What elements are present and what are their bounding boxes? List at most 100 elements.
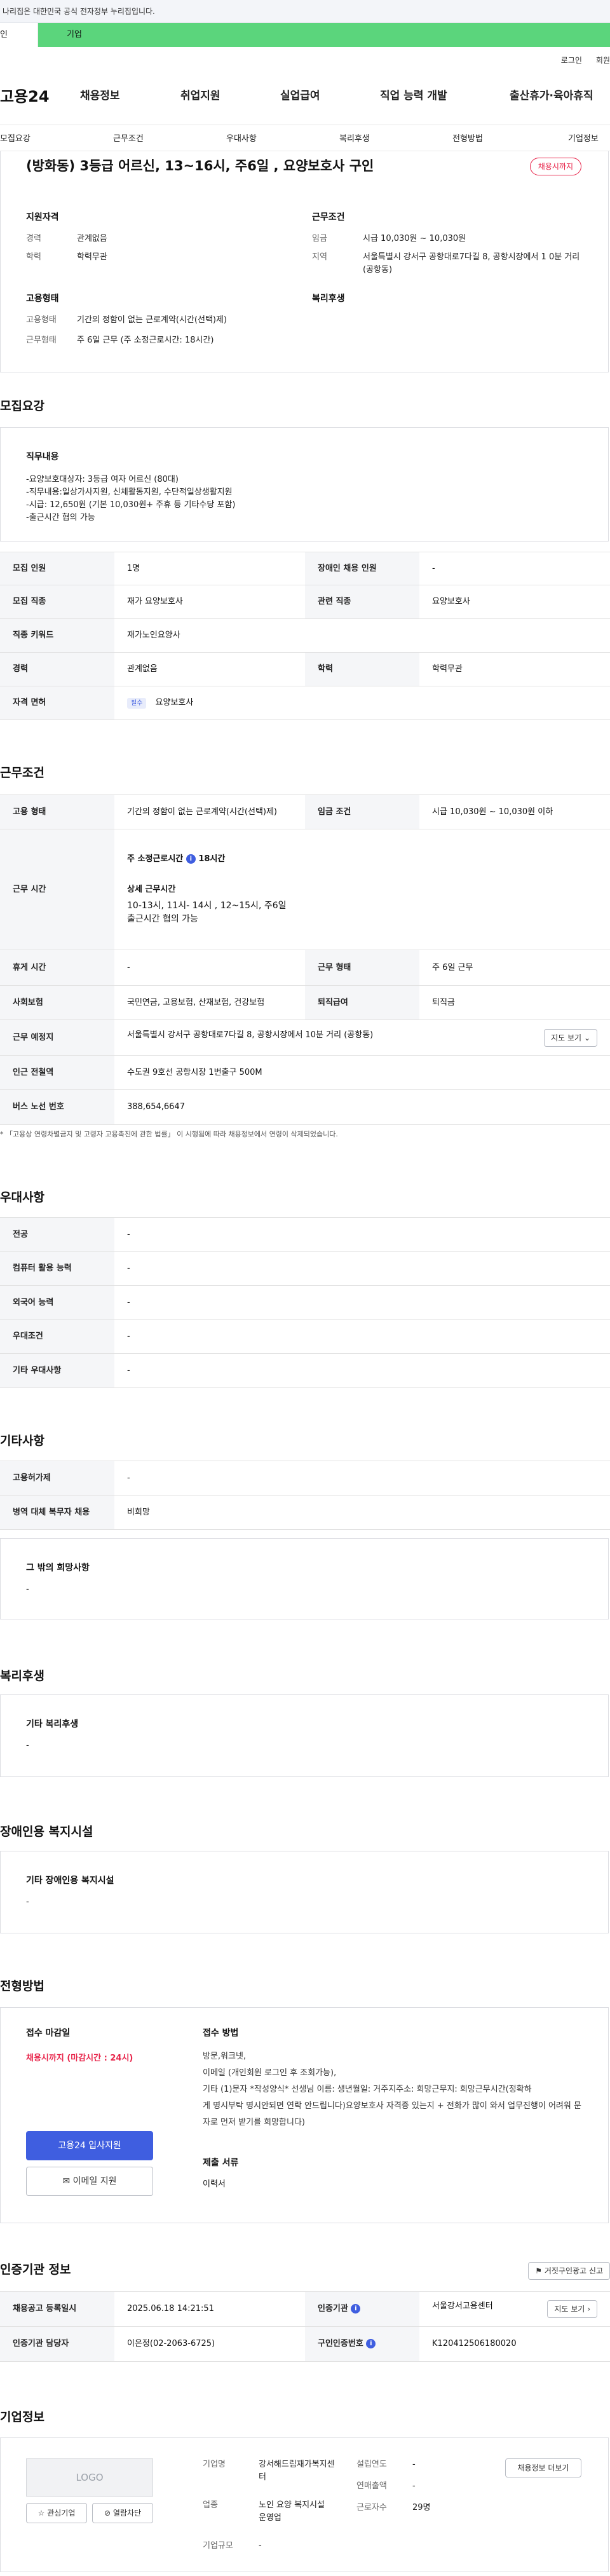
cell-label: 모집 직종 (0, 585, 114, 619)
favorite-label: 관심기업 (47, 2509, 76, 2518)
join-link[interactable]: 회원 (596, 55, 610, 66)
agency-table: 채용공고 등록일시 2025.06.18 14:21:51 인증기관 i 서울강… (0, 2291, 610, 2362)
table-row: 고용허가제 - (0, 1461, 610, 1496)
cell-label: 외국어 능력 (0, 1285, 114, 1320)
subnav-company[interactable]: 기업정보 (568, 133, 599, 146)
gov-banner-text: 나리집은 대한민국 공식 전자정부 누리집입니다. (3, 7, 155, 16)
apply-button[interactable]: 고용24 입사지원 (26, 2131, 153, 2160)
utility-menu: 로그인 회원 (561, 55, 610, 66)
preference-table: 전공 - 컴퓨터 활용 능력 - 외국어 능력 - 우대조건 - 기타 우대사항 - (0, 1217, 610, 1388)
map-button[interactable]: 지도 보기 ⌄ (544, 1028, 597, 1047)
disability-value: - (26, 1897, 29, 1907)
cell-label: 경력 (0, 652, 114, 686)
agency-org-cell: 서울강서고용센터 지도 보기 › (419, 2291, 610, 2327)
etc-heading: 기타사항 (0, 1434, 44, 1448)
emp-type-value: 기간의 정함이 없는 근로계약(시간(선택)제) (77, 315, 227, 325)
cell-label-with-icon: 인증기관 i (305, 2291, 419, 2327)
more-jobs-button[interactable]: 채용정보 더보기 (505, 2458, 581, 2477)
method-line: 자로 먼저 받기를 희망합니다) (203, 2118, 305, 2127)
agency-heading: 인증기관 정보 (0, 2263, 71, 2277)
cell-value: 시급 10,030원 ~ 10,030원 이하 (419, 794, 610, 829)
site-logo[interactable]: 고용24 (0, 85, 79, 108)
info-icon[interactable]: i (186, 854, 196, 864)
etc-other-label: 그 밖의 희망사항 (26, 1563, 90, 1573)
table-row: 컴퓨터 활용 능력 - (0, 1251, 610, 1286)
cell-label: 근무 시간 (0, 829, 114, 950)
cell-label: 임금 조건 (305, 794, 419, 829)
detail-hours-line: 출근시간 협의 가능 (127, 914, 198, 924)
method-content: 방문,워크넷, 이메일 (개인회원 로그인 후 조회가능), 기타 (1)문자 … (203, 2048, 584, 2131)
job-title: (방화동) 3등급 어르신, 13~16시, 주6일 , 요양보호사 구인 (26, 158, 374, 174)
cell-label: 인증기관 (318, 2304, 348, 2314)
info-icon[interactable]: i (366, 2339, 376, 2349)
cond-region-value: 서울특별시 강서구 공항대로7다길 8, 공항시장에서 1 0분 거리 (공항동… (363, 252, 580, 275)
table-row: 휴게 시간 - 근무 형태 주 6일 근무 (0, 950, 610, 986)
weekly-hours: 주 소정근로시간 i 18시간 (127, 853, 597, 866)
cell-value: 이은정(02-2063-6725) (114, 2326, 305, 2362)
company-size-label: 기업규모 (203, 2541, 233, 2551)
employment-heading: 고용형태 (26, 294, 59, 304)
method-line: 방문,워크넷, (203, 2052, 247, 2061)
login-link[interactable]: 로그인 (561, 55, 582, 66)
required-badge: 필수 (127, 698, 147, 709)
method-line: 이메일 (개인회원 로그인 후 조회가능), (203, 2068, 337, 2078)
table-row: 채용공고 등록일시 2025.06.18 14:21:51 인증기관 i 서울강… (0, 2291, 610, 2327)
cell-label: 근무 형태 (305, 950, 419, 986)
cell-value: - (114, 1285, 610, 1320)
subnav-recruit[interactable]: 모집요강 (0, 133, 30, 146)
agency-map-button[interactable]: 지도 보기 › (547, 2300, 597, 2318)
duty-content: -요양보호대상자: 3등급 여자 어르신 (80대) -직무내용:일상가사지원,… (26, 474, 235, 524)
founded-value: - (412, 2460, 416, 2469)
cell-value: 서울강서고용센터 (432, 2301, 493, 2311)
cell-label: 병역 대체 복무자 채용 (0, 1495, 114, 1530)
report-button-label: 거짓구인광고 신고 (544, 2266, 603, 2275)
welfare-summary-heading: 복리후생 (312, 294, 345, 304)
email-apply-label: 이메일 지원 (72, 2176, 117, 2186)
screening-card: 접수 마감일 채용시까지 (마감시간 : 24시) 고용24 입사지원 ✉ 이메… (0, 2007, 609, 2223)
cell-label-with-icon: 구인인증번호 i (305, 2326, 419, 2362)
subnav-preferences[interactable]: 우대사항 (226, 133, 257, 146)
preference-heading: 우대사항 (0, 1190, 44, 1204)
workplace-cell: 서울특별시 강서구 공항대로7다길 8, 공항시장에서 10분 거리 (공항동)… (114, 1019, 610, 1056)
qual-education-label: 학력 (26, 252, 41, 262)
cell-value: 학력무관 (419, 652, 610, 686)
cell-label: 인근 전철역 (0, 1055, 114, 1090)
report-fake-ad-button[interactable]: ⚑ 거짓구인광고 신고 (528, 2262, 610, 2280)
company-logo: LOGO (26, 2458, 153, 2497)
cell-value: K120412506180020 (419, 2326, 610, 2362)
recruit-table: 모집 인원 1명 장애인 채용 인원 - 모집 직종 재가 요양보호사 관련 직… (0, 552, 610, 720)
cell-label: 사회보험 (0, 985, 114, 1020)
cell-label: 채용공고 등록일시 (0, 2291, 114, 2327)
gnb-item-unemployment-benefit[interactable]: 실업급여 (280, 88, 320, 105)
cell-label: 장애인 채용 인원 (305, 552, 419, 585)
gnb-item-employment-support[interactable]: 취업지원 (180, 88, 220, 105)
cell-label: 인증기관 담당자 (0, 2326, 114, 2362)
block-view-button[interactable]: ⊘ 열람차단 (92, 2503, 153, 2523)
subnav-welfare[interactable]: 복리후생 (339, 133, 370, 146)
tab-company[interactable]: 기업 (38, 23, 610, 47)
weekly-hours-value: 18시간 (198, 854, 226, 864)
table-row: 사회보험 국민연금, 고용보험, 산재보험, 건강보험 퇴직급여 퇴직금 (0, 985, 610, 1020)
industry-value: 노인 요양 복지시설 운영업 (259, 2500, 325, 2523)
gnb-item-leave[interactable]: 출산휴가·육아휴직 (510, 88, 593, 105)
subnav-conditions[interactable]: 근무조건 (113, 133, 144, 146)
gnb-item-jobs[interactable]: 채용정보 (80, 88, 120, 105)
table-row: 인근 전철역 수도권 9호선 공항시장 1번출구 500M (0, 1055, 610, 1090)
duty-line: -직무내용:일상가사지원, 신체활동지원, 수단적일상생활지원 (26, 487, 233, 497)
email-apply-button[interactable]: ✉ 이메일 지원 (26, 2167, 153, 2196)
table-row: 인증기관 담당자 이은정(02-2063-6725) 구인인증번호 i K120… (0, 2326, 610, 2362)
workplace-value: 서울특별시 강서구 공항대로7다길 8, 공항시장에서 10분 거리 (공항동) (127, 1030, 374, 1040)
method-line: 게 명시부탁 명시안되면 연락 안드립니다)요양보호사 자격증 있는지 + 전화… (203, 2101, 581, 2111)
cell-value: 관계없음 (114, 652, 305, 686)
gnb-item-skills[interactable]: 직업 능력 개발 (380, 88, 447, 105)
info-icon[interactable]: i (351, 2304, 361, 2314)
cell-label: 버스 노선 번호 (0, 1089, 114, 1125)
table-row: 자격 면허 필수 요양보호사 (0, 686, 610, 720)
etc-other-value: - (26, 1584, 29, 1594)
tab-personal[interactable]: 인 (0, 23, 38, 47)
cell-label: 구인인증번호 (318, 2339, 363, 2349)
favorite-company-button[interactable]: ☆ 관심기업 (26, 2503, 87, 2523)
cell-value: - (114, 1461, 610, 1496)
subnav-screening[interactable]: 전형방법 (452, 133, 483, 146)
company-card: LOGO ☆ 관심기업 ⊘ 열람차단 기업명 강서해드림재가복지센터 업종 노인… (0, 2437, 609, 2572)
